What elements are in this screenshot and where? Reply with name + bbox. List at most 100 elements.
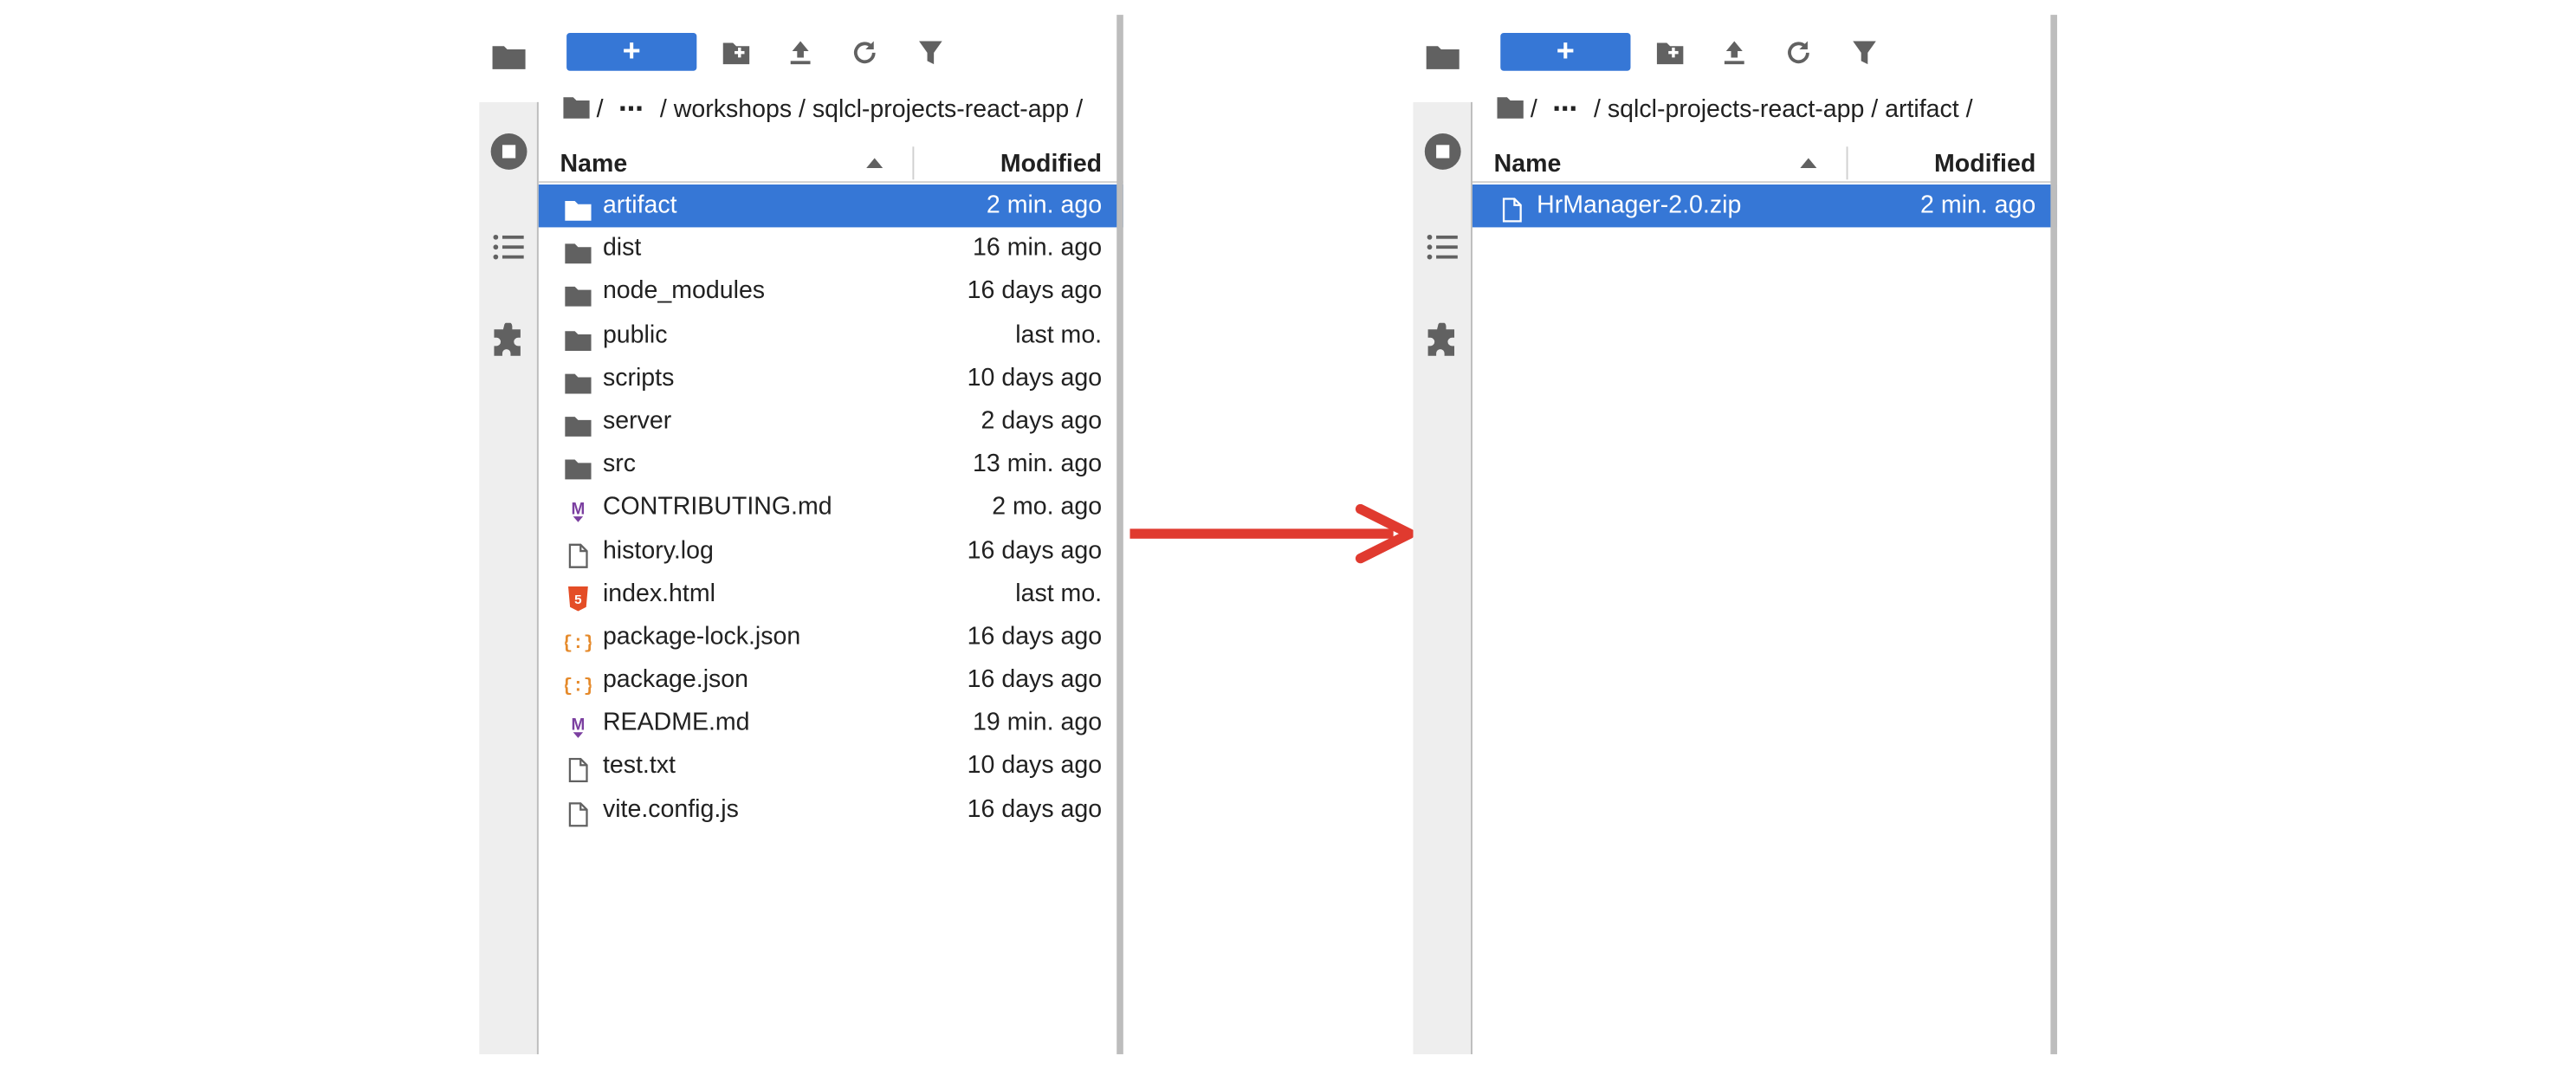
file-name: README.md (602, 709, 750, 737)
file-list-row[interactable]: src 13 min. ago (539, 444, 1123, 487)
column-resize-handle[interactable] (912, 146, 915, 180)
file-modified: 2 min. ago (1920, 191, 2036, 219)
file-list-row[interactable]: history.log 16 days ago (539, 529, 1123, 573)
activity-bar (1413, 101, 1472, 1054)
breadcrumb-path[interactable]: / workshops / sqlcl-projects-react-app / (660, 95, 1083, 123)
file-name: dist (602, 234, 642, 262)
left-jupyter-panel: + / ⋯ / workshops / sqlcl-projects-react… (479, 0, 1133, 1054)
new-folder-icon[interactable] (722, 38, 751, 68)
file-list-row[interactable]: public last mo. (539, 314, 1123, 357)
file-modified: 19 min. ago (973, 709, 1103, 737)
file-modified: 13 min. ago (973, 450, 1103, 478)
file-list-row[interactable]: HrManager-2.0.zip 2 min. ago (1472, 184, 2057, 228)
json-icon: {:} (562, 625, 595, 654)
svg-text:M: M (572, 501, 586, 519)
file-name: test.txt (602, 751, 676, 781)
file-modified: 16 days ago (967, 794, 1103, 824)
sort-ascending-icon[interactable] (1800, 158, 1817, 168)
extensions-puzzle-icon[interactable] (489, 322, 529, 363)
folder-icon (565, 324, 592, 351)
file-list-row[interactable]: node_modules 16 days ago (539, 271, 1123, 314)
file-list-row[interactable]: 5 index.html last mo. (539, 573, 1123, 616)
folder-icon (565, 367, 592, 393)
column-resize-handle[interactable] (1846, 146, 1848, 180)
upload-icon[interactable] (786, 38, 815, 68)
filter-icon[interactable] (1849, 38, 1879, 68)
new-launcher-button[interactable]: + (1500, 33, 1631, 71)
refresh-icon[interactable] (1783, 38, 1813, 68)
file-name: package-lock.json (602, 622, 801, 651)
extensions-puzzle-icon[interactable] (1423, 322, 1463, 363)
file-name: vite.config.js (602, 794, 739, 824)
name-column-header[interactable]: Name (560, 150, 628, 178)
panel-resize-handle[interactable] (1116, 15, 1123, 1054)
file-name: public (602, 320, 668, 349)
new-folder-icon[interactable] (1655, 38, 1685, 68)
file-name: history.log (602, 535, 714, 565)
home-folder-icon[interactable] (563, 95, 590, 119)
running-terminals-icon[interactable] (1423, 132, 1463, 172)
svg-text:{:}: {:} (565, 634, 591, 654)
modified-column-header[interactable]: Modified (1000, 150, 1102, 178)
file-modified: 2 days ago (981, 406, 1103, 435)
breadcrumb-separator: / (1530, 95, 1537, 124)
breadcrumb-ellipsis[interactable]: ⋯ (618, 92, 644, 128)
file-modified: 2 mo. ago (992, 493, 1103, 522)
file-icon (565, 755, 591, 783)
new-launcher-button[interactable]: + (566, 33, 697, 71)
file-list-row[interactable]: vite.config.js 16 days ago (539, 788, 1123, 832)
file-name: scripts (602, 363, 675, 392)
upload-icon[interactable] (1719, 38, 1749, 68)
modified-column-header[interactable]: Modified (1934, 150, 2036, 178)
markdown-icon: M (565, 712, 591, 739)
file-list-row[interactable]: scripts 10 days ago (539, 357, 1123, 400)
file-list-row[interactable]: dist 16 min. ago (539, 228, 1123, 271)
panel-resize-handle[interactable] (2050, 15, 2057, 1054)
breadcrumb-path[interactable]: / sqlcl-projects-react-app / artifact / (1594, 95, 1972, 123)
breadcrumb: / ⋯ / workshops / sqlcl-projects-react-a… (563, 92, 1123, 128)
svg-text:M: M (572, 716, 586, 735)
file-list-header: Name Modified (1472, 145, 2057, 184)
table-of-contents-icon[interactable] (1423, 227, 1463, 267)
file-icon (565, 799, 591, 826)
home-folder-icon[interactable] (1497, 95, 1524, 119)
table-of-contents-icon[interactable] (489, 227, 529, 267)
file-list-row[interactable]: M CONTRIBUTING.md 2 mo. ago (539, 487, 1123, 530)
folder-icon (565, 237, 592, 264)
name-column-header[interactable]: Name (1494, 150, 1562, 178)
file-name: HrManager-2.0.zip (1537, 191, 1742, 219)
file-browser: + / ⋯ / workshops / sqlcl-projects-react… (538, 0, 1123, 1054)
file-modified: 16 days ago (967, 665, 1103, 694)
file-list-row[interactable]: artifact 2 min. ago (538, 184, 1123, 228)
svg-text:5: 5 (574, 592, 582, 606)
filter-icon[interactable] (916, 38, 945, 68)
file-list-header: Name Modified (538, 145, 1123, 184)
html-icon: 5 (565, 583, 591, 611)
file-list: artifact 2 min. ago dist 16 min. ago node_mo… (538, 184, 1123, 832)
folder-tab-icon[interactable] (1425, 42, 1461, 71)
comparison-stage: + / ⋯ / workshops / sqlcl-projects-react… (0, 0, 2576, 1069)
file-list-row[interactable]: server 2 days ago (539, 400, 1123, 444)
refresh-icon[interactable] (850, 38, 879, 68)
file-modified: 16 min. ago (973, 234, 1103, 262)
sort-ascending-icon[interactable] (866, 158, 883, 168)
right-jupyter-panel: + / ⋯ / sqlcl-projects-react-app / artif… (1413, 0, 2067, 1054)
file-list-row[interactable]: test.txt 10 days ago (539, 745, 1123, 788)
file-browser-toolbar: + (1472, 33, 2057, 73)
breadcrumb-ellipsis[interactable]: ⋯ (1552, 92, 1578, 128)
file-list-row[interactable]: {:} package-lock.json 16 days ago (539, 616, 1123, 659)
file-name: node_modules (602, 277, 766, 306)
file-icon (565, 540, 591, 567)
folder-icon (565, 453, 592, 480)
file-modified: 10 days ago (967, 751, 1103, 781)
file-list-row[interactable]: M README.md 19 min. ago (539, 703, 1123, 746)
folder-icon (565, 410, 592, 437)
transition-arrow (1129, 503, 1415, 564)
folder-tab-icon[interactable] (491, 42, 527, 71)
file-list-row[interactable]: {:} package.json 16 days ago (539, 659, 1123, 703)
markdown-icon: M (565, 496, 591, 523)
file-modified: 10 days ago (967, 363, 1103, 392)
file-modified: 16 days ago (967, 535, 1103, 565)
file-modified: last mo. (1015, 579, 1103, 608)
running-terminals-icon[interactable] (489, 132, 529, 172)
